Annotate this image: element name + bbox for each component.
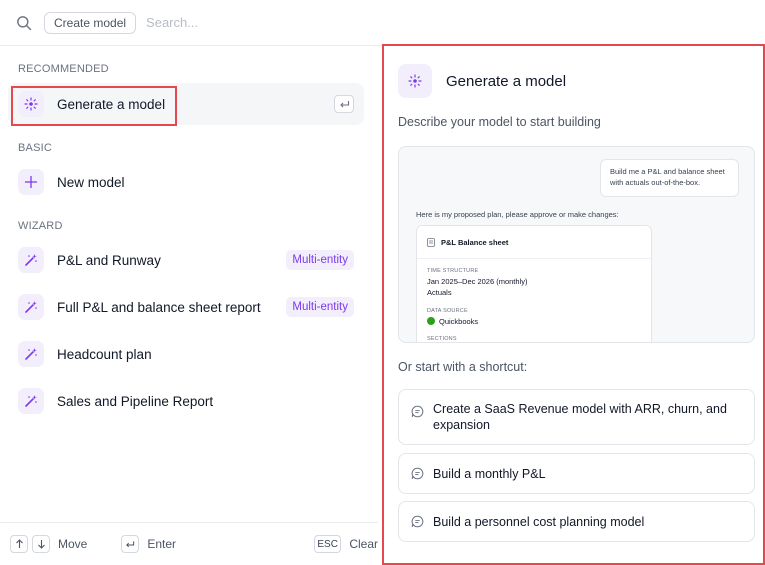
generate-model-item[interactable]: Generate a model bbox=[8, 83, 364, 125]
sections-label: SECTIONS bbox=[427, 336, 457, 342]
new-model-label: New model bbox=[57, 174, 125, 190]
magic-wand-icon bbox=[18, 388, 44, 414]
wizard-item-sales-pipeline[interactable]: Sales and Pipeline Report bbox=[8, 380, 364, 422]
multi-entity-badge: Multi-entity bbox=[286, 297, 354, 317]
sparkle-icon bbox=[398, 64, 432, 98]
plan-card: P&L Balance sheet TIME STRUCTURE Jan 202… bbox=[416, 225, 652, 342]
data-source-label: DATA SOURCE bbox=[427, 308, 468, 314]
section-label-recommended: RECOMMENDED bbox=[18, 63, 109, 75]
keyboard-hints: Move Enter ESC Clear bbox=[0, 522, 378, 565]
prompt-line: Build me a P&L and balance sheet bbox=[610, 167, 725, 176]
data-source-value: Quickbooks bbox=[427, 317, 478, 326]
shortcut-label-line: Create a SaaS Revenue model with ARR, ch… bbox=[433, 402, 727, 416]
magic-wand-icon bbox=[18, 247, 44, 273]
move-hint: Move bbox=[58, 537, 88, 551]
plan-text: Here is my proposed plan, please approve… bbox=[416, 210, 619, 219]
data-source-text: Quickbooks bbox=[439, 317, 479, 326]
magic-wand-icon bbox=[18, 294, 44, 320]
shortcut-label: Create a SaaS Revenue model with ARR, ch… bbox=[433, 401, 727, 433]
generate-model-label: Generate a model bbox=[57, 96, 166, 112]
enter-key-icon bbox=[334, 95, 354, 113]
shortcut-label-line: expansion bbox=[433, 418, 490, 432]
time-structure-label: TIME STRUCTURE bbox=[427, 268, 479, 274]
new-model-item[interactable]: New model bbox=[8, 161, 364, 203]
search-input[interactable] bbox=[146, 15, 347, 30]
search-icon bbox=[16, 15, 32, 31]
plan-card-title: P&L Balance sheet bbox=[427, 238, 508, 247]
esc-key: ESC bbox=[314, 535, 342, 553]
command-list: RECOMMENDED Generate a model BASIC New m… bbox=[0, 47, 378, 522]
enter-hint: Enter bbox=[147, 537, 177, 551]
sparkle-icon bbox=[18, 91, 44, 117]
shortcut-label: Build a personnel cost planning model bbox=[433, 514, 645, 529]
wizard-item-label: Headcount plan bbox=[57, 346, 152, 362]
plan-card-title-text: P&L Balance sheet bbox=[441, 238, 509, 247]
shortcut-monthly-pl[interactable]: Build a monthly P&L bbox=[398, 453, 755, 494]
time-structure-value2: Actuals bbox=[427, 288, 452, 297]
shortcut-personnel-cost[interactable]: Build a personnel cost planning model bbox=[398, 501, 755, 542]
multi-entity-badge: Multi-entity bbox=[286, 250, 354, 270]
panel-description: Describe your model to start building bbox=[398, 115, 601, 129]
shortcut-heading: Or start with a shortcut: bbox=[398, 360, 528, 374]
example-preview: Build me a P&L and balance sheet with ac… bbox=[398, 146, 755, 343]
section-label-basic: BASIC bbox=[18, 142, 53, 154]
wizard-item-label: Sales and Pipeline Report bbox=[57, 393, 214, 409]
arrow-down-icon bbox=[32, 535, 50, 553]
clear-hint: Clear bbox=[349, 537, 378, 551]
wizard-item-label: Full P&L and balance sheet report bbox=[57, 299, 261, 315]
wizard-item-pl-runway[interactable]: P&L and Runway Multi-entity bbox=[8, 239, 364, 281]
shortcut-label: Build a monthly P&L bbox=[433, 466, 546, 481]
wizard-item-full-pl-balance[interactable]: Full P&L and balance sheet report Multi-… bbox=[8, 286, 364, 328]
panel-title: Generate a model bbox=[446, 73, 567, 90]
plus-icon bbox=[18, 169, 44, 195]
quickbooks-logo-icon bbox=[427, 317, 435, 325]
prompt-bubble: Build me a P&L and balance sheet with ac… bbox=[600, 159, 739, 197]
preview-panel: Generate a model Describe your model to … bbox=[382, 44, 765, 565]
magic-wand-icon bbox=[18, 341, 44, 367]
arrow-up-icon bbox=[10, 535, 28, 553]
section-label-wizard: WIZARD bbox=[18, 220, 63, 232]
wizard-item-headcount[interactable]: Headcount plan bbox=[8, 333, 364, 375]
wizard-item-label: P&L and Runway bbox=[57, 252, 161, 268]
chat-bubble-icon bbox=[411, 515, 424, 528]
shortcut-saas-revenue[interactable]: Create a SaaS Revenue model with ARR, ch… bbox=[398, 389, 755, 445]
chat-bubble-icon bbox=[411, 405, 424, 418]
create-model-chip[interactable]: Create model bbox=[44, 11, 137, 34]
time-structure-value: Jan 2025–Dec 2026 (monthly) bbox=[427, 277, 528, 286]
card-divider bbox=[417, 258, 651, 259]
search-bar: Create model bbox=[0, 0, 765, 46]
prompt-line: with actuals out-of-the-box. bbox=[610, 178, 701, 187]
enter-key-icon bbox=[121, 535, 140, 553]
document-icon bbox=[427, 238, 435, 247]
chat-bubble-icon bbox=[411, 467, 424, 480]
